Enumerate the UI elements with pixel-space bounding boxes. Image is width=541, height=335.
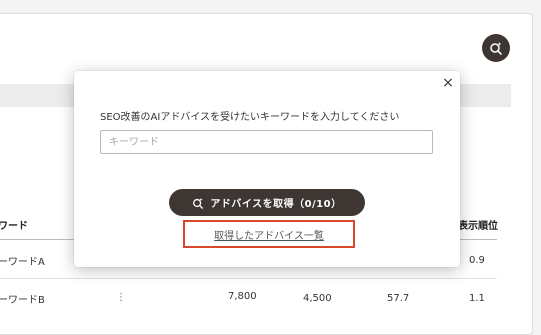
- close-icon[interactable]: ×: [440, 75, 456, 91]
- get-advice-button[interactable]: アドバイスを取得（0/10）: [169, 189, 365, 216]
- get-advice-button-label: アドバイスを取得（0/10）: [210, 199, 342, 210]
- column-header-rank[interactable]: 表示順位: [458, 217, 498, 232]
- table-row-keyword[interactable]: ーワードA: [0, 253, 45, 268]
- keyword-input[interactable]: [100, 130, 433, 154]
- ai-search-icon: [489, 41, 503, 55]
- column-header-keyword[interactable]: ワード: [0, 217, 28, 232]
- table-row-divider: [0, 278, 497, 279]
- table-cell-value: 7,800: [228, 291, 257, 302]
- ai-search-icon: [192, 197, 204, 209]
- table-cell-value: 4,500: [303, 293, 332, 304]
- modal-prompt: SEO改善のAIアドバイスを受けたいキーワードを入力してください: [100, 112, 400, 123]
- ai-advice-modal: × SEO改善のAIアドバイスを受けたいキーワードを入力してください アドバイス…: [74, 71, 460, 267]
- advice-list-link[interactable]: 取得したアドバイス一覧: [214, 227, 324, 242]
- table-cell-value: 57.7: [387, 293, 410, 304]
- advice-list-link-highlight: 取得したアドバイス一覧: [183, 220, 355, 248]
- ai-advice-fab[interactable]: [482, 34, 510, 62]
- table-row-rank: 0.9: [469, 255, 485, 266]
- table-row-rank: 1.1: [469, 293, 485, 304]
- row-menu-icon[interactable]: ⋮: [116, 292, 126, 303]
